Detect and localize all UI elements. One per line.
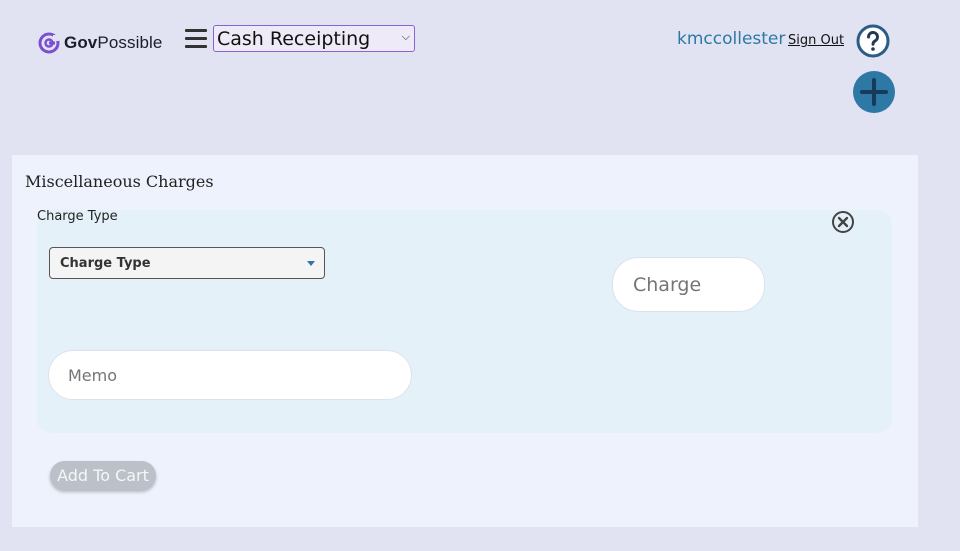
chevron-down-icon: ⌵ [401,30,410,43]
memo-input[interactable] [48,350,412,400]
panel-title: Miscellaneous Charges [25,172,214,191]
caret-down-icon [307,261,315,266]
govpossible-logo-icon [38,32,60,54]
charge-type-select[interactable]: Charge Type [49,247,325,279]
username: kmccollester [677,29,786,49]
close-circle-icon[interactable] [831,210,855,234]
logo-suffix: Possible [97,33,163,52]
charge-input[interactable] [612,257,765,312]
sign-out-link[interactable]: Sign Out [788,33,844,48]
charge-type-label: Charge Type [37,209,118,224]
hamburger-menu-icon[interactable] [185,29,207,49]
misc-charges-panel: Miscellaneous Charges Charge Type Charge… [12,155,918,527]
logo-prefix: Gov [64,33,98,52]
add-to-cart-button[interactable]: Add To Cart [50,461,156,490]
charge-card: Charge Type Charge Type [37,209,892,433]
logo[interactable]: GovPossible [37,31,162,55]
plus-circle-icon[interactable] [852,70,896,114]
logo-text: GovPossible [64,33,162,53]
question-circle-icon[interactable] [856,24,890,58]
module-select-value: Cash Receipting [217,27,371,50]
module-select[interactable]: Cash Receipting ⌵ [213,25,415,52]
charge-type-value: Charge Type [60,255,151,271]
